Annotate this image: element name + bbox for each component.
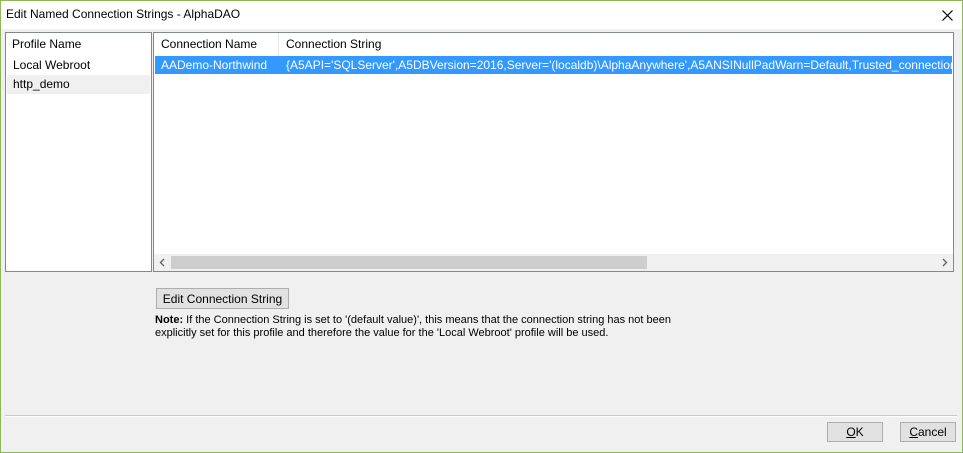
scroll-right-button[interactable] xyxy=(936,254,953,271)
profile-list[interactable]: Profile Name Local Webroot http_demo xyxy=(5,32,152,272)
chevron-left-icon xyxy=(159,258,165,267)
title-bar: Edit Named Connection Strings - AlphaDAO xyxy=(1,1,962,29)
profile-list-header: Profile Name xyxy=(12,37,82,51)
chevron-right-icon xyxy=(942,258,948,267)
column-header-label: Connection String xyxy=(286,37,382,51)
connection-grid[interactable]: Connection Name Connection String AADemo… xyxy=(153,32,954,272)
profile-item-http-demo[interactable]: http_demo xyxy=(7,75,150,94)
column-header-connection-name[interactable]: Connection Name xyxy=(154,33,279,55)
connection-name-cell: AADemo-Northwind xyxy=(161,58,268,72)
profile-item-local-webroot[interactable]: Local Webroot xyxy=(7,56,150,75)
column-header-label: Connection Name xyxy=(161,37,258,51)
note-label: Note: xyxy=(155,314,184,326)
ok-label-rest: K xyxy=(855,425,864,439)
cancel-accelerator: C xyxy=(909,425,918,439)
profile-item-label: http_demo xyxy=(13,77,70,91)
close-icon xyxy=(941,9,953,21)
footer-separator xyxy=(5,415,957,417)
window-title: Edit Named Connection Strings - AlphaDAO xyxy=(6,7,241,21)
scrollbar-thumb[interactable] xyxy=(171,256,647,269)
cancel-button[interactable]: Cancel xyxy=(900,422,956,442)
ok-accelerator: O xyxy=(846,425,856,439)
connection-string-cell: {A5API='SQLServer',A5DBVersion=2016,Serv… xyxy=(286,58,952,72)
close-button[interactable] xyxy=(932,1,962,29)
cancel-label-rest: ancel xyxy=(917,425,947,439)
note-body: If the Connection String is set to '(def… xyxy=(155,314,671,339)
ok-button[interactable]: OK xyxy=(827,422,883,442)
dialog-window: Edit Named Connection Strings - AlphaDAO… xyxy=(0,0,963,453)
horizontal-scrollbar[interactable] xyxy=(154,254,953,271)
table-row[interactable]: AADemo-Northwind {A5API='SQLServer',A5DB… xyxy=(155,56,952,74)
scroll-left-button[interactable] xyxy=(154,254,171,271)
edit-connection-string-button[interactable]: Edit Connection String xyxy=(156,288,289,309)
column-header-connection-string[interactable]: Connection String xyxy=(279,33,951,55)
profile-item-label: Local Webroot xyxy=(13,58,91,72)
note-text: Note: If the Connection String is set to… xyxy=(155,314,675,340)
